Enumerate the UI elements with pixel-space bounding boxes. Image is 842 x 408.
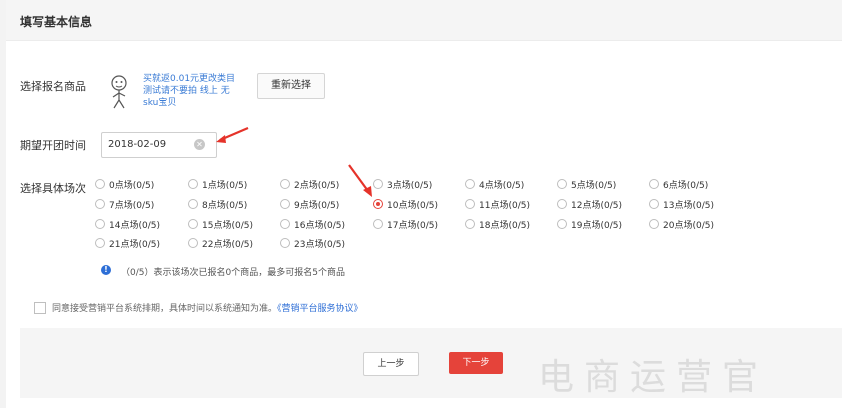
radio-circle-icon[interactable]	[280, 219, 290, 229]
agreement-link[interactable]: 《营销平台服务协议》	[277, 304, 363, 314]
form-page: 填写基本信息 选择报名商品 买就返0.01元更改类目 测试请不要拍 线上 无sk…	[6, 0, 842, 408]
radio-circle-icon[interactable]	[465, 179, 475, 189]
next-step-button[interactable]: 下一步	[449, 352, 503, 374]
product-label: 选择报名商品	[20, 80, 86, 93]
radio-circle-icon[interactable]	[465, 219, 475, 229]
session-radio-label: 14点场(0/5)	[109, 221, 160, 231]
agreement-checkbox[interactable]	[34, 302, 46, 314]
radio-circle-icon[interactable]	[373, 199, 383, 209]
session-radio-label: 19点场(0/5)	[571, 221, 622, 231]
radio-circle-icon[interactable]	[373, 219, 383, 229]
session-radio-label: 18点场(0/5)	[479, 221, 530, 231]
session-radio-label: 15点场(0/5)	[202, 221, 253, 231]
radio-circle-icon[interactable]	[649, 219, 659, 229]
info-icon: !	[101, 265, 111, 275]
session-radio-label: 21点场(0/5)	[109, 240, 160, 250]
radio-circle-icon[interactable]	[649, 179, 659, 189]
radio-circle-icon[interactable]	[188, 238, 198, 248]
section-title: 填写基本信息	[20, 15, 93, 29]
date-input[interactable]: 2018-02-09 ✕	[101, 132, 217, 158]
radio-circle-icon[interactable]	[188, 219, 198, 229]
date-label: 期望开团时间	[20, 139, 86, 152]
prev-step-button[interactable]: 上一步	[363, 352, 419, 376]
radio-circle-icon[interactable]	[188, 179, 198, 189]
session-radio-label: 5点场(0/5)	[571, 181, 617, 191]
radio-circle-icon[interactable]	[95, 199, 105, 209]
radio-circle-icon[interactable]	[95, 238, 105, 248]
session-radio-label: 8点场(0/5)	[202, 201, 248, 211]
session-radio-label: 0点场(0/5)	[109, 181, 155, 191]
radio-circle-icon[interactable]	[280, 199, 290, 209]
agreement-label: 同意接受营销平台系统排期，具体时间以系统通知为准。	[52, 304, 278, 314]
session-radio-label: 9点场(0/5)	[294, 201, 340, 211]
product-name-link[interactable]: 买就返0.01元更改类目 测试请不要拍 线上 无sku宝贝	[143, 73, 243, 109]
radio-circle-icon[interactable]	[95, 219, 105, 229]
session-radio-label: 11点场(0/5)	[479, 201, 530, 211]
radio-circle-icon[interactable]	[280, 238, 290, 248]
session-radio-label: 10点场(0/5)	[387, 201, 438, 211]
radio-circle-icon[interactable]	[280, 179, 290, 189]
session-radio-label: 13点场(0/5)	[663, 201, 714, 211]
agreement-text: 同意接受营销平台系统排期，具体时间以系统通知为准。《营销平台服务协议》	[52, 301, 363, 314]
radio-circle-icon[interactable]	[557, 219, 567, 229]
session-radio-label: 4点场(0/5)	[479, 181, 525, 191]
radio-circle-icon[interactable]	[95, 179, 105, 189]
session-radio-label: 23点场(0/5)	[294, 240, 345, 250]
session-radio-label: 6点场(0/5)	[663, 181, 709, 191]
watermark-text: 电商运营官	[538, 357, 769, 398]
clear-icon[interactable]: ✕	[194, 139, 205, 150]
session-radio-label: 20点场(0/5)	[663, 221, 714, 231]
reselect-button[interactable]: 重新选择	[257, 73, 325, 99]
radio-circle-icon[interactable]	[649, 199, 659, 209]
session-radio-label: 1点场(0/5)	[202, 181, 248, 191]
radio-circle-icon[interactable]	[188, 199, 198, 209]
date-value: 2018-02-09	[108, 139, 167, 150]
session-radio-label: 12点场(0/5)	[571, 201, 622, 211]
radio-circle-icon[interactable]	[465, 199, 475, 209]
session-radio-label: 16点场(0/5)	[294, 221, 345, 231]
session-radio-label: 7点场(0/5)	[109, 201, 155, 211]
product-thumbnail-icon	[106, 72, 132, 112]
session-radio-label: 2点场(0/5)	[294, 181, 340, 191]
session-radio-label: 22点场(0/5)	[202, 240, 253, 250]
session-radio-label: 3点场(0/5)	[387, 181, 433, 191]
radio-circle-icon[interactable]	[557, 179, 567, 189]
section-header: 填写基本信息	[6, 0, 842, 41]
session-label: 选择具体场次	[20, 182, 86, 195]
annotation-arrow-icon	[216, 126, 249, 143]
radio-circle-icon[interactable]	[557, 199, 567, 209]
info-text: （0/5）表示该场次已报名0个商品，最多可报名5个商品	[121, 268, 345, 278]
session-radio-label: 17点场(0/5)	[387, 221, 438, 231]
annotation-arrow-icon	[348, 164, 372, 197]
